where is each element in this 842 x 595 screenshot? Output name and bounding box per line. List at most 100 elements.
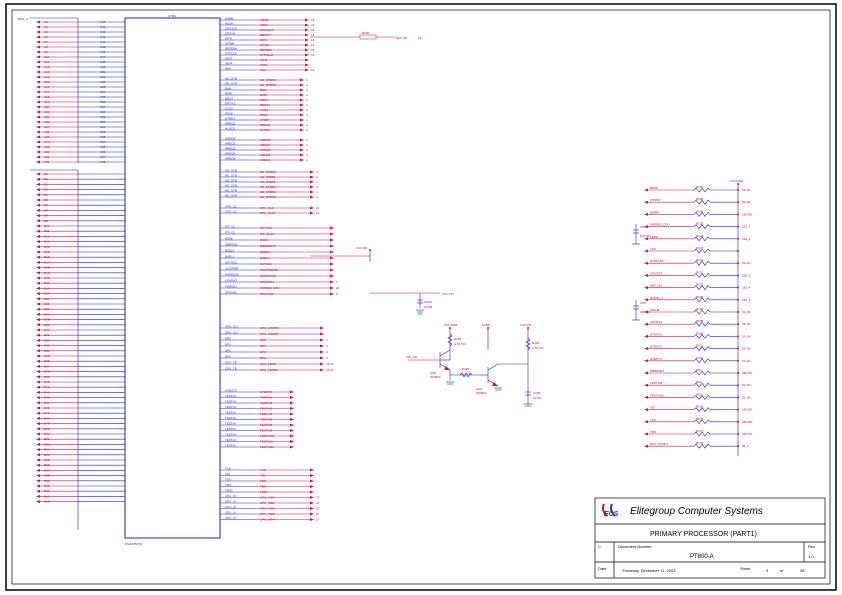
svg-text:HD_STB: HD_STB [225,184,237,188]
svg-text:27: 27 [316,501,320,505]
svg-text:A53: A53 [100,85,106,89]
svg-text:56_1: 56_1 [742,444,749,448]
net-label: D9 [44,219,48,223]
net-label: D0 [44,172,48,176]
net-label: DEFER# [260,48,272,52]
net-label: HLOCK [260,128,270,132]
svg-text:HD_STB: HD_STB [225,189,237,193]
svg-text:TRST: TRST [225,489,233,493]
net-label: CPU_COMP1 [260,332,279,336]
svg-text:TDO: TDO [225,478,232,482]
net-label: TCK [650,418,656,422]
net-label: TESTHI12 [260,445,274,449]
net-label: STPCLK# [260,53,274,57]
svg-text:Sheet: Sheet [740,566,751,571]
net-label: D48 [44,422,50,426]
net-label: BNR [260,88,267,92]
net-label: D38 [44,370,50,374]
svg-text:TESTHI: TESTHI [225,416,236,420]
svg-text:A57: A57 [100,105,106,109]
net-label: A16 [44,85,50,89]
net-label: CPU_VID4 [260,518,275,522]
svg-text:HTRDY: HTRDY [225,117,235,121]
svg-text:AD#M: AD#M [225,17,234,21]
svg-text:A60: A60 [100,120,106,124]
net-label: CPU_CLK# [260,211,276,215]
net-label: CPU_TEMP# [260,368,278,372]
net-label: RS0# [260,238,268,242]
svg-text:18: 18 [311,28,315,32]
svg-text:C105: C105 [533,391,541,395]
net-label: HREQ4 [260,158,271,162]
svg-text:R177: R177 [696,270,704,274]
svg-text:CPURST: CPURST [225,279,238,283]
svg-text:150_4: 150_4 [742,298,751,302]
net-label: DP0 [260,338,266,342]
net-label: D4 [44,193,48,197]
svg-text:VCCPWR: VCCPWR [225,267,239,271]
net-label: A6 [44,35,48,39]
net-label: D3 [44,188,48,192]
net-label: D63 [44,500,50,504]
net-label: D6 [44,203,48,207]
svg-text:CPU_VI: CPU_VI [225,505,236,509]
svg-text:CPU_TE: CPU_TE [225,361,237,365]
net-label: DRDY# [260,33,271,37]
svg-text:CPU_TE: CPU_TE [225,367,237,371]
svg-text:4: 4 [306,138,308,142]
svg-text:HREQ4: HREQ4 [225,157,236,161]
net-label: D15 [44,250,50,254]
net-label: STPCLK# [650,259,664,263]
doc-number: PT800-A [690,554,714,560]
net-label: DP0_COMP1 [650,442,669,446]
net-label: DRDY1 [260,103,271,107]
svg-text:51-1%: 51-1% [742,334,751,338]
svg-text:A44: A44 [100,40,106,44]
svg-text:150-5%: 150-5% [742,408,753,412]
svg-text:4: 4 [316,170,318,174]
net-label: D53 [44,448,50,452]
svg-text:HD_STB: HD_STB [225,179,237,183]
svg-text:R177: R177 [696,429,704,433]
net-label: A15 [44,80,50,84]
svg-text:18: 18 [311,23,315,27]
svg-text:HIT#: HIT# [225,37,232,41]
net-label: SKTOCC [260,262,273,266]
net-label: ADS# [260,23,268,27]
svg-text:11: 11 [316,211,319,215]
net-label: A25 [44,130,50,134]
svg-text:4: 4 [316,185,318,189]
net-label: D30 [44,328,50,332]
svg-text:A42: A42 [100,30,106,34]
chip-ref: U7BA [168,14,176,18]
net-label: A29 [44,150,50,154]
net-label: HTEST0 [650,332,662,336]
svg-text:HITM#: HITM# [225,42,234,46]
svg-text:150-5%: 150-5% [742,420,753,424]
svg-text:R61: R61 [696,368,702,372]
net-label: D19 [44,271,50,275]
net-label: CPU_TEMP [260,362,276,366]
net-label: D35 [44,354,50,358]
net-label: HD_STBN1 [260,190,276,194]
svg-text:4: 4 [316,195,318,199]
net-label: HREQ3 [260,153,271,157]
svg-text:A52: A52 [100,80,106,84]
net-label: DP2 [260,350,266,354]
svg-text:TESTHI: TESTHI [225,405,236,409]
net-label: CPURST [650,271,663,275]
net-label: INIT# [260,63,268,67]
svg-text:A54: A54 [100,90,106,94]
svg-text:TESTHI: TESTHI [225,400,236,404]
net-label: TESTHI9 [650,381,663,385]
svg-text:4: 4 [306,78,308,82]
svg-text:A56: A56 [100,100,106,104]
svg-text:A46: A46 [100,50,106,54]
net-label: A20 [44,105,50,109]
net-label: TESTHI10 [260,434,274,438]
svg-text:DBRESE: DBRESE [225,243,237,247]
svg-text:BSEL1: BSEL1 [225,255,235,259]
svg-text:R211: R211 [696,344,703,348]
net-label: A28 [44,145,50,149]
net-label: TCK [260,468,266,472]
